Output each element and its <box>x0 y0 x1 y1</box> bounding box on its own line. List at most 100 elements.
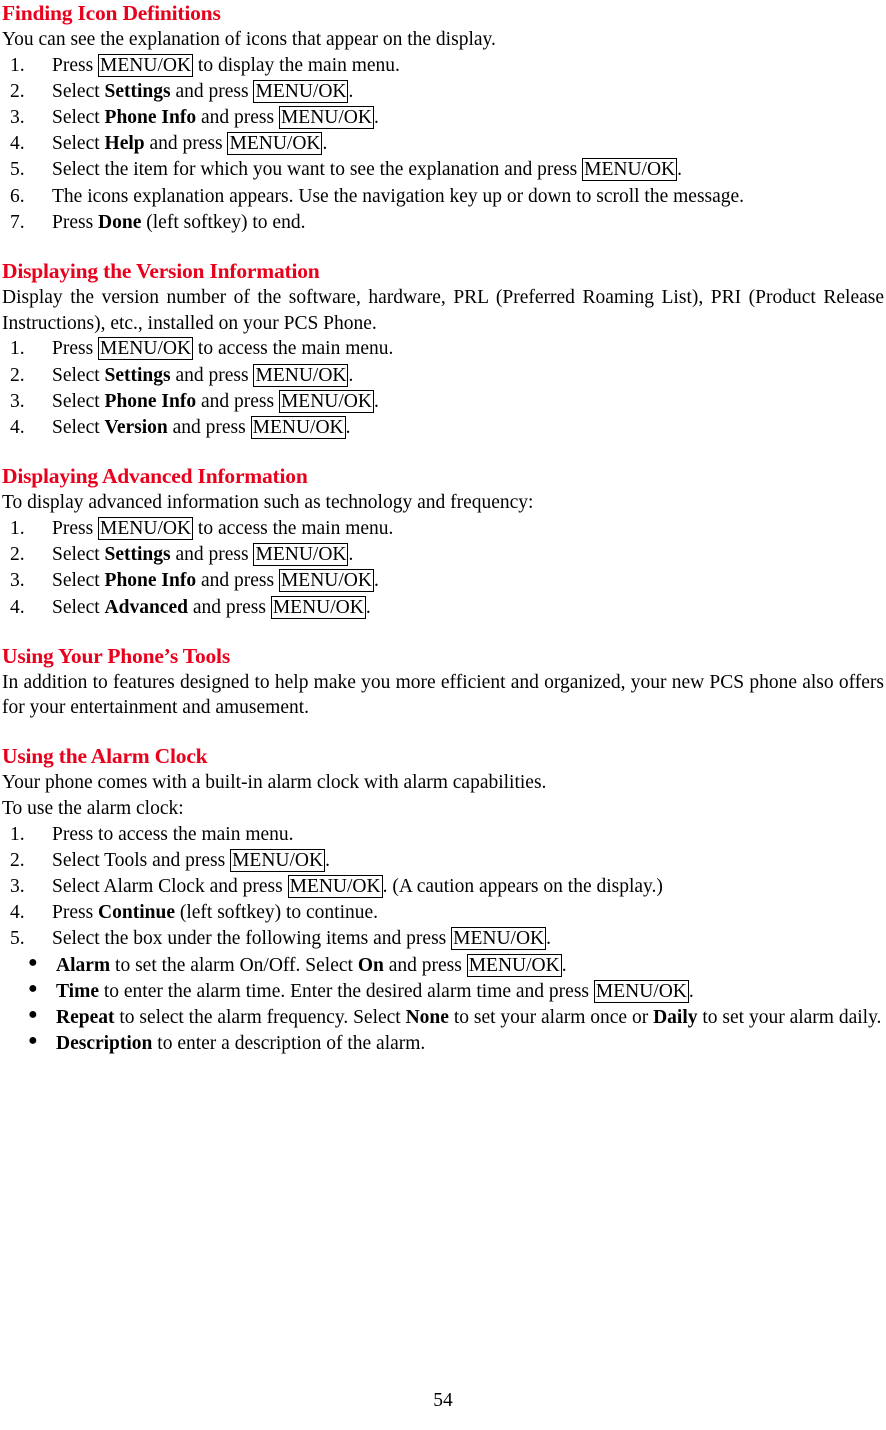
emphasis-text: Repeat <box>56 1007 115 1029</box>
step-text: Press MENU/OK to access the main menu. <box>52 516 393 540</box>
text-run: . (A caution appears on the display.) <box>382 875 663 897</box>
step-number: 5. <box>10 159 25 181</box>
step-number: 6. <box>10 185 25 207</box>
heading-displaying-version-information: Displaying the Version Information <box>2 259 320 284</box>
emphasis-text: Daily <box>653 1007 698 1029</box>
step-text: Press MENU/OK to access the main menu. <box>52 337 394 361</box>
bullet-item: ● Repeat to select the alarm frequency. S… <box>2 1005 884 1031</box>
step-number: 7. <box>10 211 25 233</box>
text-run: and press <box>170 544 254 566</box>
steps-using-the-alarm-clock: 1. Press to access the main menu. 2. Select… <box>2 822 884 953</box>
text-run: Select the box under the following items… <box>52 928 452 950</box>
key-label: MENU/OK <box>287 874 383 898</box>
emphasis-text: Alarm <box>56 954 111 976</box>
heading-using-the-alarm-clock: Using the Alarm Clock <box>2 744 208 769</box>
step-number: 1. <box>10 823 25 845</box>
text-run: . <box>373 570 379 592</box>
heading-using-your-phones-tools: Using Your Phone’s Tools <box>2 643 230 668</box>
bullet-text: Time to enter the alarm time. Enter the … <box>56 979 694 1003</box>
key-label: MENU/OK <box>451 927 547 951</box>
intro-displaying-version-information: Display the version number of the softwa… <box>2 287 884 334</box>
step-text: Select Advanced and press MENU/OK. <box>52 595 371 619</box>
step-number: 3. <box>10 107 25 129</box>
text-run: (left softkey) to continue. <box>174 902 379 924</box>
emphasis-text: Time <box>56 980 99 1002</box>
key-label: MENU/OK <box>253 79 349 103</box>
text-run: and press <box>187 596 271 618</box>
key-label: MENU/OK <box>582 158 678 182</box>
step-item: 5. Select the item for which you want to … <box>2 157 884 183</box>
step-number: 2. <box>10 80 25 102</box>
step-text: Press to access the main menu. <box>52 824 294 845</box>
bullet-item: ● Time to enter the alarm time. Enter the… <box>2 979 884 1005</box>
text-run: . <box>325 849 330 871</box>
text-run: Select <box>52 596 105 618</box>
intro2-using-the-alarm-clock: To use the alarm clock: <box>2 797 184 819</box>
text-run: . <box>348 364 354 386</box>
text-run: and press <box>170 364 254 386</box>
text-run: to display the main menu. <box>193 54 400 76</box>
intro-using-your-phones-tools: In addition to features designed to help… <box>2 671 884 719</box>
text-run: Select Tools and press <box>52 849 231 871</box>
text-run: Press to access the main menu. <box>52 823 294 845</box>
step-text: Press MENU/OK to display the main menu. <box>52 53 400 77</box>
emphasis-text: Help <box>104 133 145 155</box>
step-number: 4. <box>10 596 25 618</box>
page-number: 54 <box>433 1390 453 1411</box>
step-number: 3. <box>10 875 25 897</box>
step-number: 2. <box>10 364 25 386</box>
text-run: to set the alarm On/Off. Select <box>110 954 358 976</box>
key-label: MENU/OK <box>593 979 689 1003</box>
intro-using-the-alarm-clock: Your phone comes with a built-in alarm c… <box>2 772 547 794</box>
step-text: Select Settings and press MENU/OK. <box>52 543 354 567</box>
step-text: Press Continue (left softkey) to continu… <box>52 902 378 923</box>
step-text: Select Version and press MENU/OK. <box>52 416 350 440</box>
text-run: Press <box>52 54 99 76</box>
step-text: Select Phone Info and press MENU/OK. <box>52 389 379 413</box>
text-run: . <box>348 544 354 566</box>
text-run: to set your alarm once or <box>448 1007 654 1029</box>
bullet-text: Repeat to select the alarm frequency. Se… <box>56 1007 881 1028</box>
step-item: 7. Press Done (left softkey) to end. <box>2 210 884 236</box>
key-label: MENU/OK <box>230 848 326 872</box>
step-text: Select Settings and press MENU/OK. <box>52 363 354 387</box>
step-number: 5. <box>10 928 25 950</box>
emphasis-text: Settings <box>104 364 171 386</box>
step-item: 1. Press MENU/OK to access the main menu. <box>2 336 884 362</box>
emphasis-text: Settings <box>104 544 171 566</box>
text-run: . <box>348 80 354 102</box>
text-run: Select the item for which you want to se… <box>52 159 583 181</box>
intro-displaying-advanced-information: To display advanced information such as … <box>2 492 534 514</box>
emphasis-text: Continue <box>98 902 175 924</box>
step-text: Select Settings and press MENU/OK. <box>52 79 354 103</box>
step-item: 6. The icons explanation appears. Use the… <box>2 184 884 210</box>
document-page: Finding Icon Definitions You can see the… <box>0 0 886 1430</box>
text-run: to enter the alarm time. Enter the desir… <box>98 980 594 1002</box>
step-text: Select Phone Info and press MENU/OK. <box>52 569 379 593</box>
key-label: MENU/OK <box>278 106 374 130</box>
step-text: Select the item for which you want to se… <box>52 158 682 182</box>
step-item: 1. Press to access the main menu. <box>2 822 884 848</box>
key-label: MENU/OK <box>466 953 562 977</box>
text-run: . <box>373 390 379 412</box>
key-label: MENU/OK <box>278 569 374 593</box>
text-run: . <box>365 596 371 618</box>
text-run: . <box>373 107 379 129</box>
heading-finding-icon-definitions: Finding Icon Definitions <box>2 1 221 25</box>
key-label: MENU/OK <box>98 53 194 77</box>
intro-finding-icon-definitions: You can see the explanation of icons tha… <box>2 28 496 50</box>
step-item: 1. Press MENU/OK to access the main menu. <box>2 516 884 542</box>
step-item: 4. Select Help and press MENU/OK. <box>2 131 884 157</box>
bullets-alarm-options: ● Alarm to set the alarm On/Off. Select O… <box>2 953 884 1058</box>
text-run: to access the main menu. <box>193 338 394 360</box>
text-run: . <box>561 954 567 976</box>
step-item: 5. Select the box under the following ite… <box>2 926 884 952</box>
text-run: (left softkey) to end. <box>141 211 306 233</box>
text-run: and press <box>170 80 254 102</box>
text-run: Select <box>52 544 105 566</box>
emphasis-text: On <box>357 954 384 976</box>
step-number: 1. <box>10 517 25 539</box>
text-run: . <box>322 133 328 155</box>
text-run: to select the alarm frequency. Select <box>114 1007 406 1029</box>
